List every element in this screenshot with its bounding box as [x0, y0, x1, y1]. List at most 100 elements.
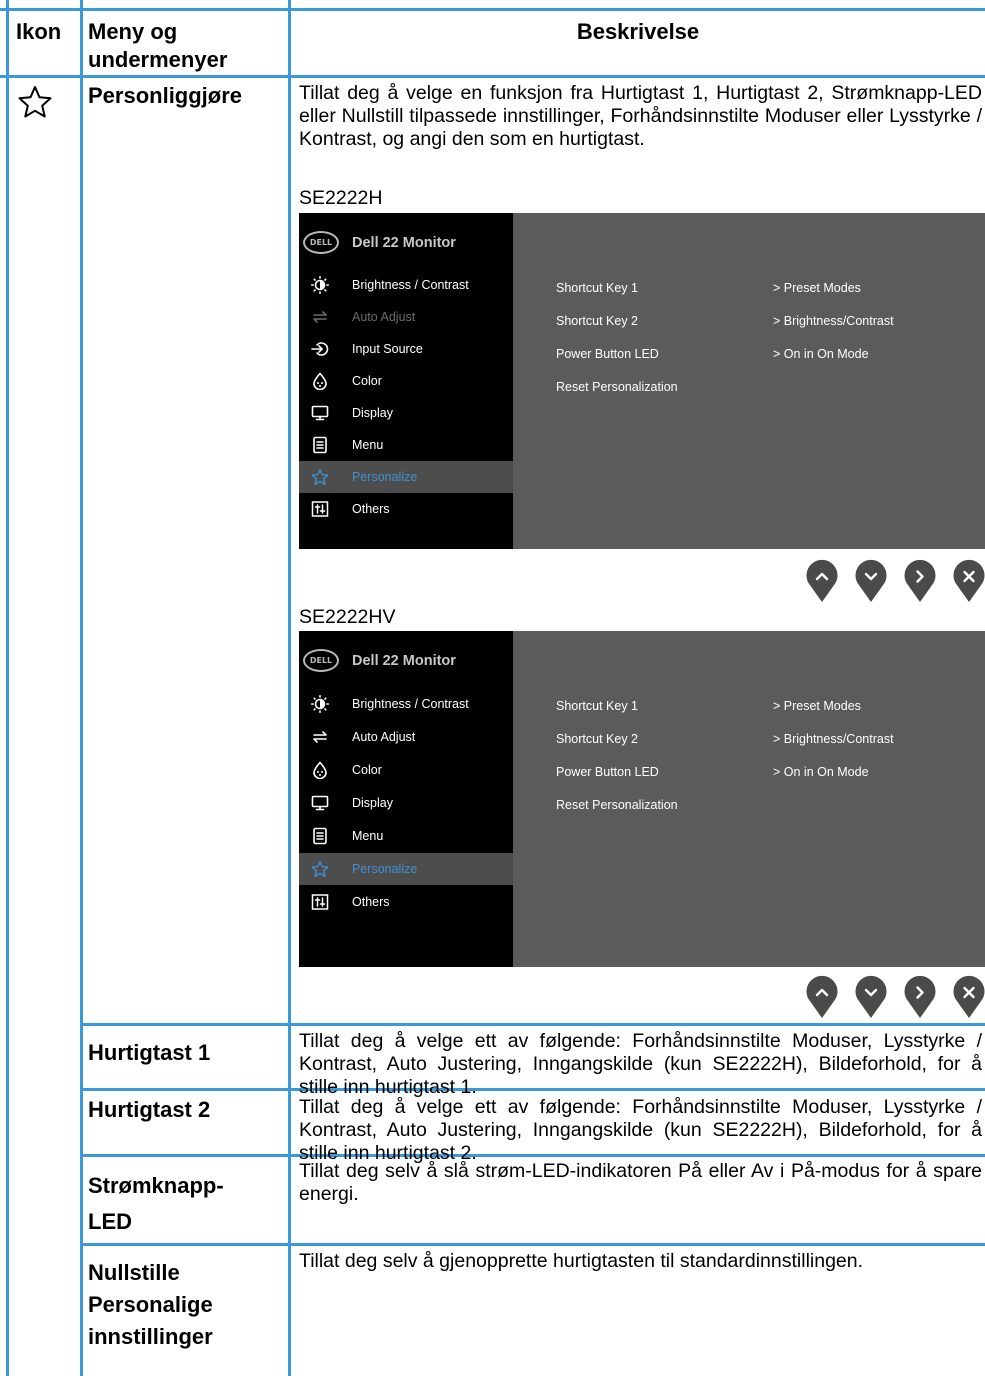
header-menu-col-line2: undermenyer — [88, 47, 228, 72]
dell-logo: DELL — [303, 649, 339, 672]
osd-button-down-icon[interactable] — [854, 559, 888, 603]
osd-option-shortcut-key-2[interactable]: Shortcut Key 2 — [556, 732, 638, 746]
osd-screenshot-se2222h: DELL Dell 22 Monitor Brightness / Contra… — [299, 213, 985, 549]
osd-option-power-button-led[interactable]: Power Button LED — [556, 347, 659, 361]
osd-menu-item-personalize[interactable]: Personalize — [299, 461, 513, 493]
nullstille-description: Tillat deg selv å gjenopprette hurtigtas… — [299, 1250, 864, 1272]
table-border-top — [0, 8, 985, 11]
stromknapp-led-description: Tillat deg selv å slå strøm-LED-indikato… — [299, 1160, 982, 1205]
hurtigtast-1-description: Tillat deg å velge ett av følgende: Forh… — [299, 1030, 982, 1098]
table-divider — [80, 0, 83, 1376]
osd-menu-item-color[interactable]: Color — [299, 365, 513, 397]
menu-name-nullstille-line3: innstillinger — [88, 1324, 213, 1349]
osd-button-down-icon[interactable] — [854, 975, 888, 1019]
osd-menu-item-menu[interactable]: Menu — [299, 820, 513, 852]
table-divider — [80, 1243, 985, 1246]
osd-option-shortcut-key-2[interactable]: Shortcut Key 2 — [556, 314, 638, 328]
table-divider — [0, 75, 985, 78]
menu-name-personalize: Personliggjøre — [88, 83, 243, 108]
star-icon — [311, 468, 329, 485]
header-icon-col: Ikon — [16, 19, 62, 44]
menu-doc-icon — [313, 436, 327, 454]
color-palette-icon — [313, 761, 327, 779]
osd-screenshot-se2222hv: DELL Dell 22 Monitor Brightness / Contra… — [299, 631, 985, 967]
osd-menu-item-display[interactable]: Display — [299, 787, 513, 819]
color-palette-icon — [313, 372, 327, 390]
osd-menu-label: Others — [352, 502, 390, 516]
menu-name-hurtigtast-2: Hurtigtast 2 — [88, 1097, 211, 1122]
header-menu-col-line1: Meny og — [88, 19, 178, 44]
dell-logo: DELL — [303, 231, 339, 254]
menu-name-hurtigtast-1: Hurtigtast 1 — [88, 1040, 211, 1065]
osd-button-up-icon[interactable] — [805, 975, 839, 1019]
input-source-icon — [311, 342, 329, 356]
osd-option-value: > On in On Mode — [773, 765, 869, 779]
osd-option-value: > Brightness/Contrast — [773, 314, 894, 328]
osd-button-close-icon[interactable] — [952, 559, 985, 603]
osd-button-close-icon[interactable] — [952, 975, 985, 1019]
osd-menu-label: Input Source — [352, 342, 423, 356]
menu-name-stromknapp-led-line1: Strømknapp- — [88, 1173, 224, 1198]
osd-menu-label: Color — [352, 374, 382, 388]
osd-button-up-icon[interactable] — [805, 559, 839, 603]
osd-menu-item-auto-adjust[interactable]: Auto Adjust — [299, 301, 513, 333]
osd-buttons — [805, 975, 985, 1019]
document-page: Ikon Meny og undermenyer Beskrivelse Per… — [0, 0, 985, 1376]
menu-name-nullstille-line2: Personalige — [88, 1292, 213, 1317]
osd-menu-item-color[interactable]: Color — [299, 754, 513, 786]
osd-option-value: > Brightness/Contrast — [773, 732, 894, 746]
osd-button-next-icon[interactable] — [903, 559, 937, 603]
osd-menu-label: Menu — [352, 829, 384, 843]
osd-buttons — [805, 559, 985, 603]
osd-menu-label: Others — [352, 895, 390, 909]
menu-doc-icon — [313, 827, 327, 845]
table-border-left — [6, 0, 9, 1376]
osd-menu-label: Brightness / Contrast — [352, 278, 469, 292]
display-monitor-icon — [311, 795, 329, 811]
osd-menu-item-brightness-contrast[interactable]: Brightness / Contrast — [299, 269, 513, 301]
personalize-description: Tillat deg å velge en funksjon fra Hurti… — [299, 82, 982, 150]
osd-menu-item-brightness-contrast[interactable]: Brightness / Contrast — [299, 688, 513, 720]
osd-option-shortcut-key-1[interactable]: Shortcut Key 1 — [556, 281, 638, 295]
table-divider — [288, 0, 291, 1376]
osd-menu-label: Menu — [352, 438, 384, 452]
osd-title: Dell 22 Monitor — [352, 235, 456, 251]
model-label: SE2222HV — [299, 606, 396, 628]
osd-option-value: > On in On Mode — [773, 347, 869, 361]
osd-option-reset-personalization[interactable]: Reset Personalization — [556, 380, 678, 394]
header-desc-col: Beskrivelse — [576, 19, 700, 44]
osd-menu-item-display[interactable]: Display — [299, 397, 513, 429]
osd-menu-item-others[interactable]: Others — [299, 493, 513, 525]
others-icon — [311, 501, 329, 517]
osd-menu-item-auto-adjust[interactable]: Auto Adjust — [299, 721, 513, 753]
osd-option-power-button-led[interactable]: Power Button LED — [556, 765, 659, 779]
osd-menu-item-menu[interactable]: Menu — [299, 429, 513, 461]
osd-sidebar: DELL Dell 22 Monitor Brightness / Contra… — [299, 213, 513, 549]
osd-menu-item-input-source[interactable]: Input Source — [299, 333, 513, 365]
osd-menu-label: Display — [352, 796, 393, 810]
menu-name-nullstille-line1: Nullstille — [88, 1260, 180, 1285]
osd-option-value: > Preset Modes — [773, 699, 861, 713]
star-icon — [311, 860, 329, 877]
brightness-icon — [311, 695, 329, 713]
others-icon — [311, 894, 329, 910]
osd-menu-item-personalize[interactable]: Personalize — [299, 853, 513, 885]
osd-menu-label: Personalize — [352, 470, 418, 484]
brightness-icon — [311, 276, 329, 294]
osd-option-reset-personalization[interactable]: Reset Personalization — [556, 798, 678, 812]
osd-menu-label: Color — [352, 763, 382, 777]
osd-menu-label: Personalize — [352, 862, 418, 876]
display-monitor-icon — [311, 405, 329, 421]
osd-button-next-icon[interactable] — [903, 975, 937, 1019]
auto-adjust-icon — [313, 731, 327, 743]
menu-name-stromknapp-led-line2: LED — [88, 1209, 132, 1234]
osd-menu-label: Brightness / Contrast — [352, 697, 469, 711]
osd-menu-label: Display — [352, 406, 393, 420]
osd-option-value: > Preset Modes — [773, 281, 861, 295]
osd-menu-item-others[interactable]: Others — [299, 886, 513, 918]
auto-adjust-icon — [313, 311, 327, 323]
osd-sidebar: DELL Dell 22 Monitor Brightness / Contra… — [299, 631, 513, 967]
table-divider — [80, 1023, 985, 1026]
osd-menu-label: Auto Adjust — [352, 310, 416, 324]
osd-option-shortcut-key-1[interactable]: Shortcut Key 1 — [556, 699, 638, 713]
